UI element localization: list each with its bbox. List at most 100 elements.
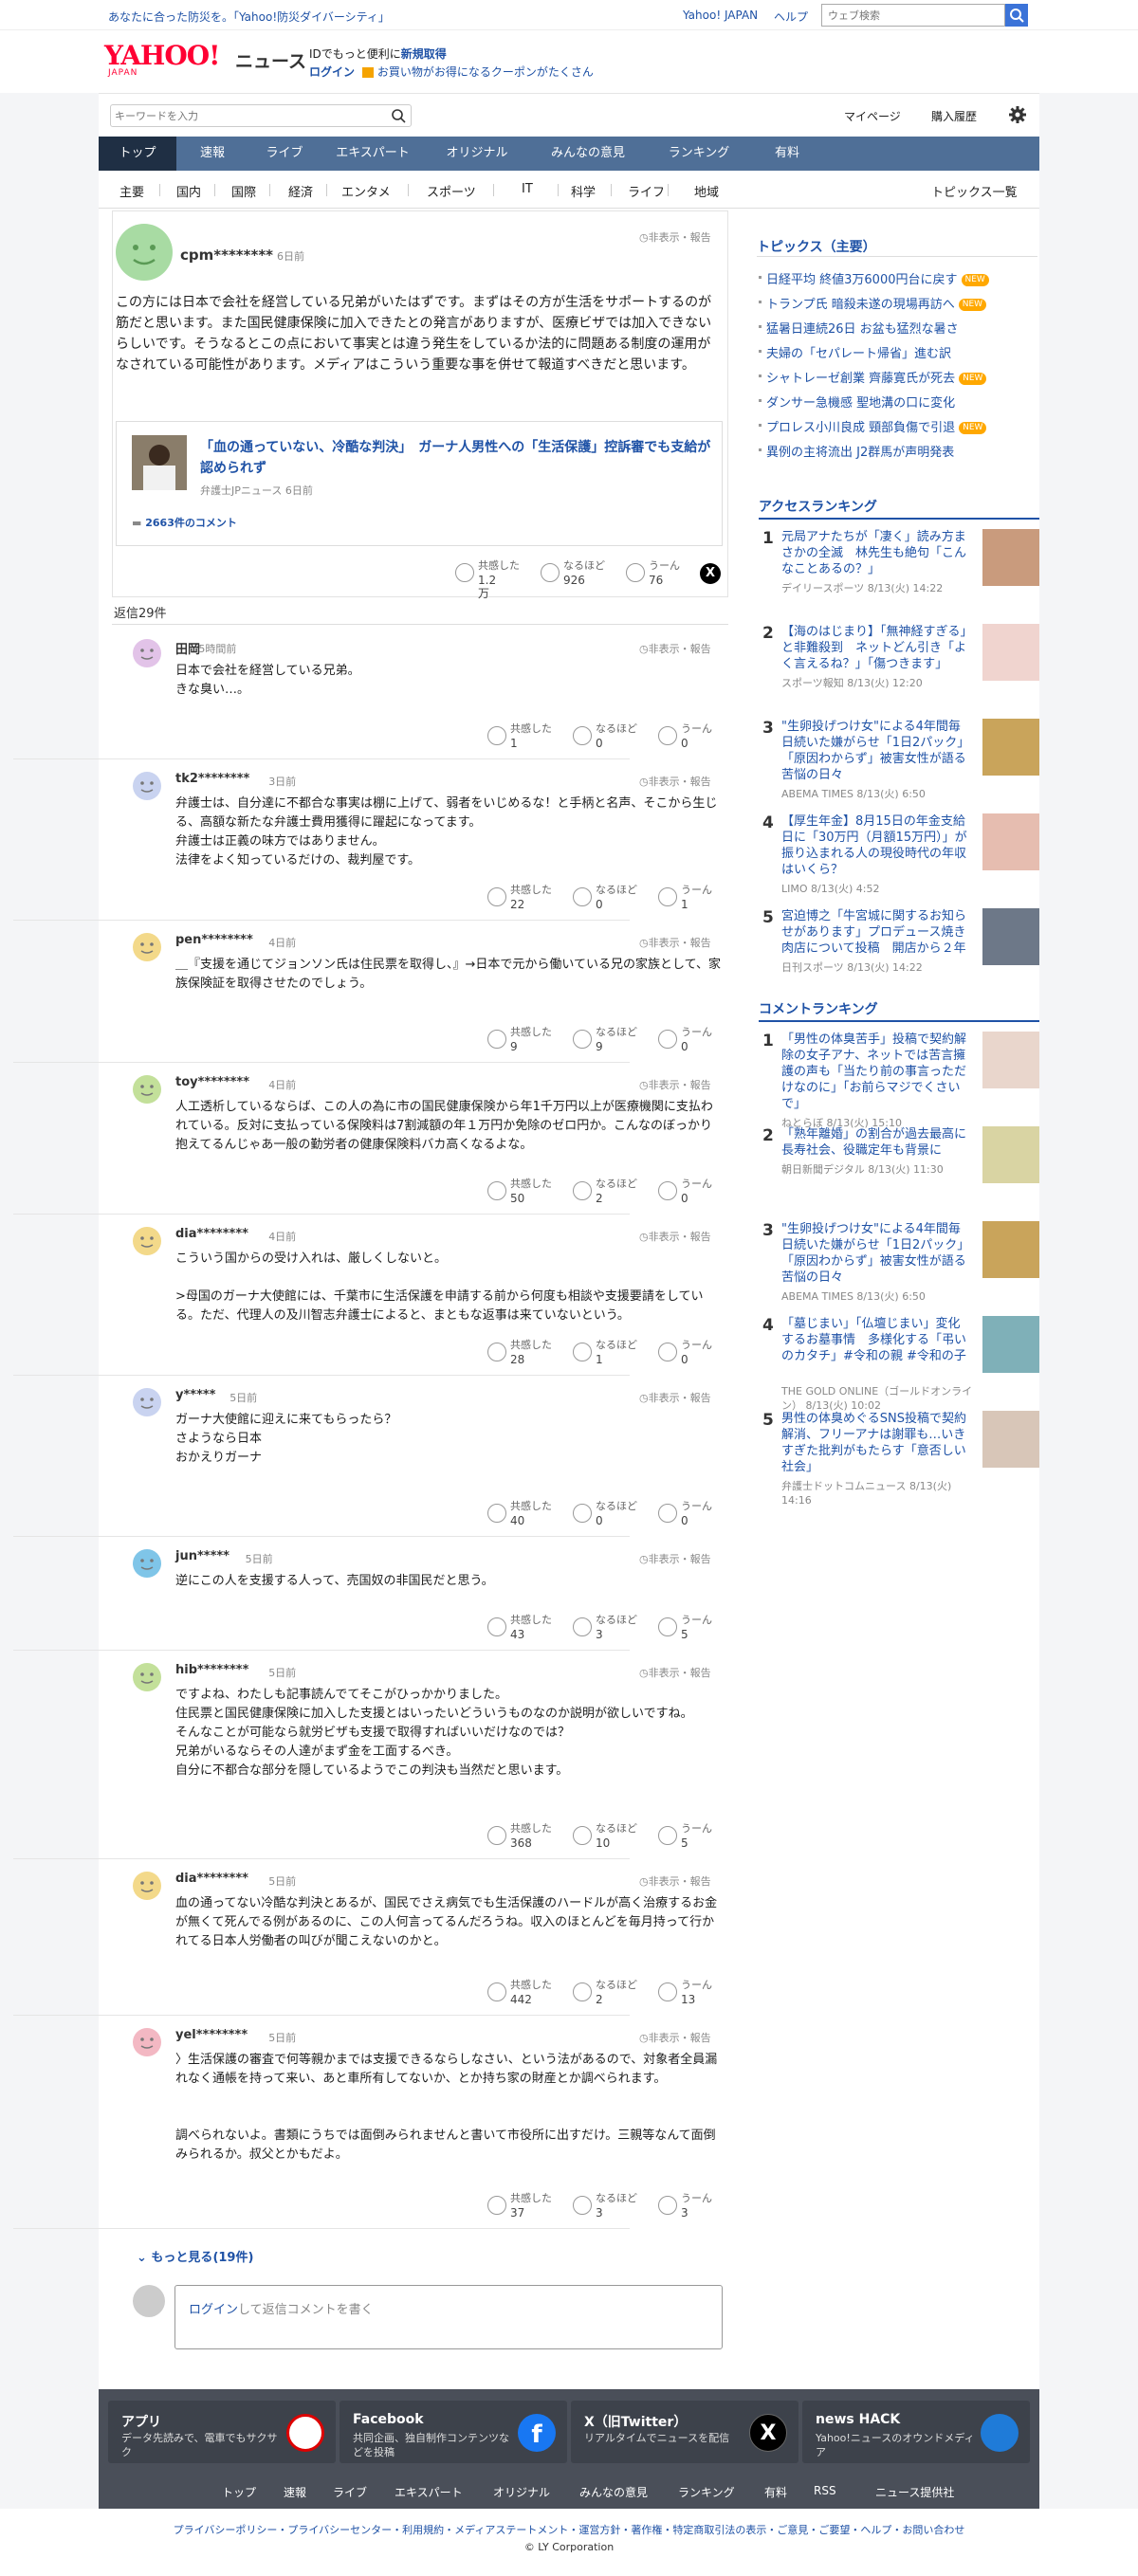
rank-title[interactable]: 「墓じまい」「仏壇じまい」変化するお墓事情 多様化する「弔いのカタチ」#令和の親… (781, 1316, 971, 1364)
topic-item[interactable]: トランプ氏 暗殺未遂の現場再訪へ NEW (758, 294, 987, 312)
reply-username[interactable]: hib******** (175, 1663, 248, 1677)
comment-username[interactable]: cpm******** (180, 247, 273, 264)
ranking-item[interactable]: 4 【厚生年金】8月15日の年金支給日に「30万円（月額15万円）」が振り込まれる… (759, 813, 1039, 908)
nav-ranking[interactable]: ランキング (647, 137, 751, 171)
bousai-promo-link[interactable]: あなたに合った防災を。「Yahoo!防災ダイバーシティ」 (108, 9, 390, 25)
yahoo-japan-link[interactable]: Yahoo! JAPAN (683, 9, 758, 22)
coupon-link[interactable]: お買い物がお得になるクーポンがたくさん (377, 65, 594, 79)
hide-report-button[interactable]: ◷非表示・報告 (639, 1873, 711, 1889)
rank-title[interactable]: 男性の体臭めぐるSNS投稿で契約解消、フリーアナは謝罪も…いきすぎた批判がもたら… (781, 1411, 971, 1475)
ranking-item[interactable]: 5 宮迫博之「牛宮城に関するお知らせがあります」プロデュース焼き肉店について投稿 … (759, 908, 1039, 1003)
search-icon[interactable] (390, 107, 407, 124)
rank-title[interactable]: 宮迫博之「牛宮城に関するお知らせがあります」プロデュース焼き肉店について投稿 開… (781, 908, 971, 957)
rank-title[interactable]: 「熟年離婚」の割合が過去最高に 長寿社会、役職定年も背景に (781, 1126, 979, 1159)
nav-live[interactable]: ライブ (248, 137, 321, 171)
topics-heading[interactable]: トピックス（主要） (757, 237, 876, 256)
hide-report-button[interactable]: ◷非表示・報告 (639, 1551, 711, 1566)
footer-link[interactable]: エキスパート (395, 2484, 463, 2500)
reply-username[interactable]: y***** (175, 1388, 215, 1402)
news-search-input[interactable] (115, 107, 380, 124)
footer-link[interactable]: ライブ (333, 2484, 367, 2500)
cat-science[interactable]: 科学 (571, 182, 596, 200)
web-search-input[interactable] (821, 4, 1005, 27)
article-comment-count[interactable]: ▬ 2663件のコメント (132, 515, 237, 530)
legal-links[interactable]: プライバシーポリシー・プライバシーセンター・利用規約・メディアステートメント・運… (0, 2522, 1138, 2537)
cat-entertainment[interactable]: エンタメ (341, 182, 391, 200)
reply-username[interactable]: yel******** (175, 2028, 248, 2042)
hide-report-button[interactable]: ◷非表示・報告 (639, 935, 711, 950)
gear-icon[interactable] (1007, 104, 1028, 125)
topic-item[interactable]: 異例の主将流出 J2群馬が声明発表 (758, 442, 954, 460)
reply-username[interactable]: toy******** (175, 1075, 249, 1089)
cat-life[interactable]: ライフ (628, 182, 665, 200)
ranking-item[interactable]: 2 「熟年離婚」の割合が過去最高に 長寿社会、役職定年も背景に 朝日新聞デジタル 8… (759, 1126, 1039, 1221)
nav-expert[interactable]: エキスパート (321, 137, 425, 171)
reply-username[interactable]: tk2******** (175, 772, 249, 786)
signup-link[interactable]: 新規取得 (401, 47, 447, 61)
reply-username[interactable]: jun***** (175, 1549, 229, 1563)
reply-username[interactable]: pen******** (175, 933, 253, 947)
purchase-history-link[interactable]: 購入履歴 (931, 108, 977, 124)
login-link[interactable]: ログイン (309, 65, 355, 79)
topics-list-link[interactable]: トピックス一覧 (931, 182, 1018, 200)
ranking-item[interactable]: 1 元局アナたちが「凄く」読み方まさかの全滅 林先生も絶句「こんなことあるの？」デ… (759, 529, 1039, 624)
cat-main[interactable]: 主要 (119, 182, 144, 200)
nav-paid[interactable]: 有料 (751, 137, 823, 171)
rank-title[interactable]: 元局アナたちが「凄く」読み方まさかの全滅 林先生も絶句「こんなことあるの？」 (781, 529, 971, 577)
footer-facebook-box[interactable]: Facebook 共同企画、独自制作コンテンツなどを投稿 f (340, 2401, 567, 2463)
footer-link[interactable]: オリジナル (493, 2484, 550, 2500)
footer-app-box[interactable]: アプリ データ先読みで、電車でもサクサク (108, 2401, 336, 2463)
nav-breaking[interactable]: 速報 (176, 137, 248, 171)
ranking-item[interactable]: 3 "生卵投げつけ女"による4年間毎日続いた嫌がらせ「1日2パック」「原因わからず… (759, 719, 1039, 813)
hide-report-button[interactable]: ◷非表示・報告 (639, 229, 711, 245)
reply-input[interactable]: ログインして返信コメントを書く (174, 2285, 723, 2349)
hide-report-button[interactable]: ◷非表示・報告 (639, 1229, 711, 1244)
rank-title[interactable]: 【厚生年金】8月15日の年金支給日に「30万円（月額15万円）」が振り込まれる人… (781, 813, 971, 878)
rank-title[interactable]: "生卵投げつけ女"による4年間毎日続いた嫌がらせ「1日2パック」「原因わからず」… (781, 719, 971, 783)
reply-username[interactable]: dia******** (175, 1872, 248, 1886)
rank-title[interactable]: 【海のはじまり】「無神経すぎる」と非難殺到 ネットどん引き「よく言えるね？」「傷… (781, 624, 971, 672)
footer-link[interactable]: 有料 (764, 2484, 787, 2500)
nav-opinions[interactable]: みんなの意見 (529, 137, 647, 171)
cat-it[interactable]: IT (522, 182, 533, 196)
reply-username[interactable]: 田岡 (175, 639, 200, 657)
hide-report-button[interactable]: ◷非表示・報告 (639, 641, 711, 656)
topic-item[interactable]: 夫婦の「セパレート帰省」進む訳 (758, 343, 951, 361)
cat-economy[interactable]: 経済 (288, 182, 313, 200)
topic-item[interactable]: プロレス小川良成 頸部負傷で引退 NEW (758, 417, 987, 435)
ranking-item[interactable]: 2 【海のはじまり】「無神経すぎる」と非難殺到 ネットどん引き「よく言えるね？」「… (759, 624, 1039, 719)
topic-item[interactable]: 猛暑日連続26日 お盆も猛烈な暑さ (759, 319, 959, 337)
ranking-item[interactable]: 3 "生卵投げつけ女"による4年間毎日続いた嫌がらせ「1日2パック」「原因わからず… (759, 1221, 1039, 1316)
reply-username[interactable]: dia******** (175, 1227, 248, 1241)
cat-world[interactable]: 国際 (231, 182, 256, 200)
cat-local[interactable]: 地域 (694, 182, 719, 200)
yahoo-logo[interactable]: YAHOO! (104, 43, 220, 69)
hide-report-button[interactable]: ◷非表示・報告 (639, 774, 711, 789)
cat-domestic[interactable]: 国内 (176, 182, 201, 200)
hide-report-button[interactable]: ◷非表示・報告 (639, 1390, 711, 1405)
footer-x-box[interactable]: X（旧Twitter） リアルタイムでニュースを配信 X (571, 2401, 798, 2463)
x-share-icon[interactable]: X (700, 563, 721, 584)
rank-title[interactable]: "生卵投げつけ女"による4年間毎日続いた嫌がらせ「1日2パック」「原因わからず」… (781, 1221, 971, 1286)
footer-link[interactable]: ニュース提供社 (875, 2484, 954, 2500)
topic-item[interactable]: 日経平均 終値3万6000円台に戻す NEW (759, 269, 989, 287)
comment-ranking-heading[interactable]: コメントランキング (759, 999, 878, 1018)
footer-link[interactable]: みんなの意見 (579, 2484, 648, 2500)
mypage-link[interactable]: マイページ (844, 108, 901, 124)
topic-item[interactable]: ダンサー急機感 聖地溝の口に変化 (758, 393, 955, 411)
article-title[interactable]: 「血の通っていない、冷酷な判決」 ガーナ人男性への「生活保護」控訴審でも支給が認… (200, 437, 712, 479)
ranking-item[interactable]: 1 「男性の体臭苦手」投稿で契約解除の女子アナ、ネットでは苦言擁護の声も「当たり前… (759, 1032, 1039, 1129)
footer-newshack-box[interactable]: news HACK Yahoo!ニュースのオウンドメディア (802, 2401, 1030, 2463)
rank-title[interactable]: 「男性の体臭苦手」投稿で契約解除の女子アナ、ネットでは苦言擁護の声も「当たり前の… (781, 1032, 971, 1112)
ranking-item[interactable]: 5 男性の体臭めぐるSNS投稿で契約解消、フリーアナは謝罪も…いきすぎた批判がもた… (759, 1411, 1039, 1507)
footer-link[interactable]: ランキング (678, 2484, 735, 2500)
cat-sports[interactable]: スポーツ (427, 182, 476, 200)
footer-link[interactable]: 速報 (284, 2484, 306, 2500)
hide-report-button[interactable]: ◷非表示・報告 (639, 1077, 711, 1092)
help-link[interactable]: ヘルプ (774, 9, 808, 25)
nav-top[interactable]: トップ (99, 137, 176, 171)
reply-login-link[interactable]: ログイン (189, 2303, 238, 2317)
hide-report-button[interactable]: ◷非表示・報告 (639, 1665, 711, 1680)
show-more-button[interactable]: ⌄ もっと見る(19件) (137, 2247, 253, 2265)
nav-original[interactable]: オリジナル (425, 137, 529, 171)
